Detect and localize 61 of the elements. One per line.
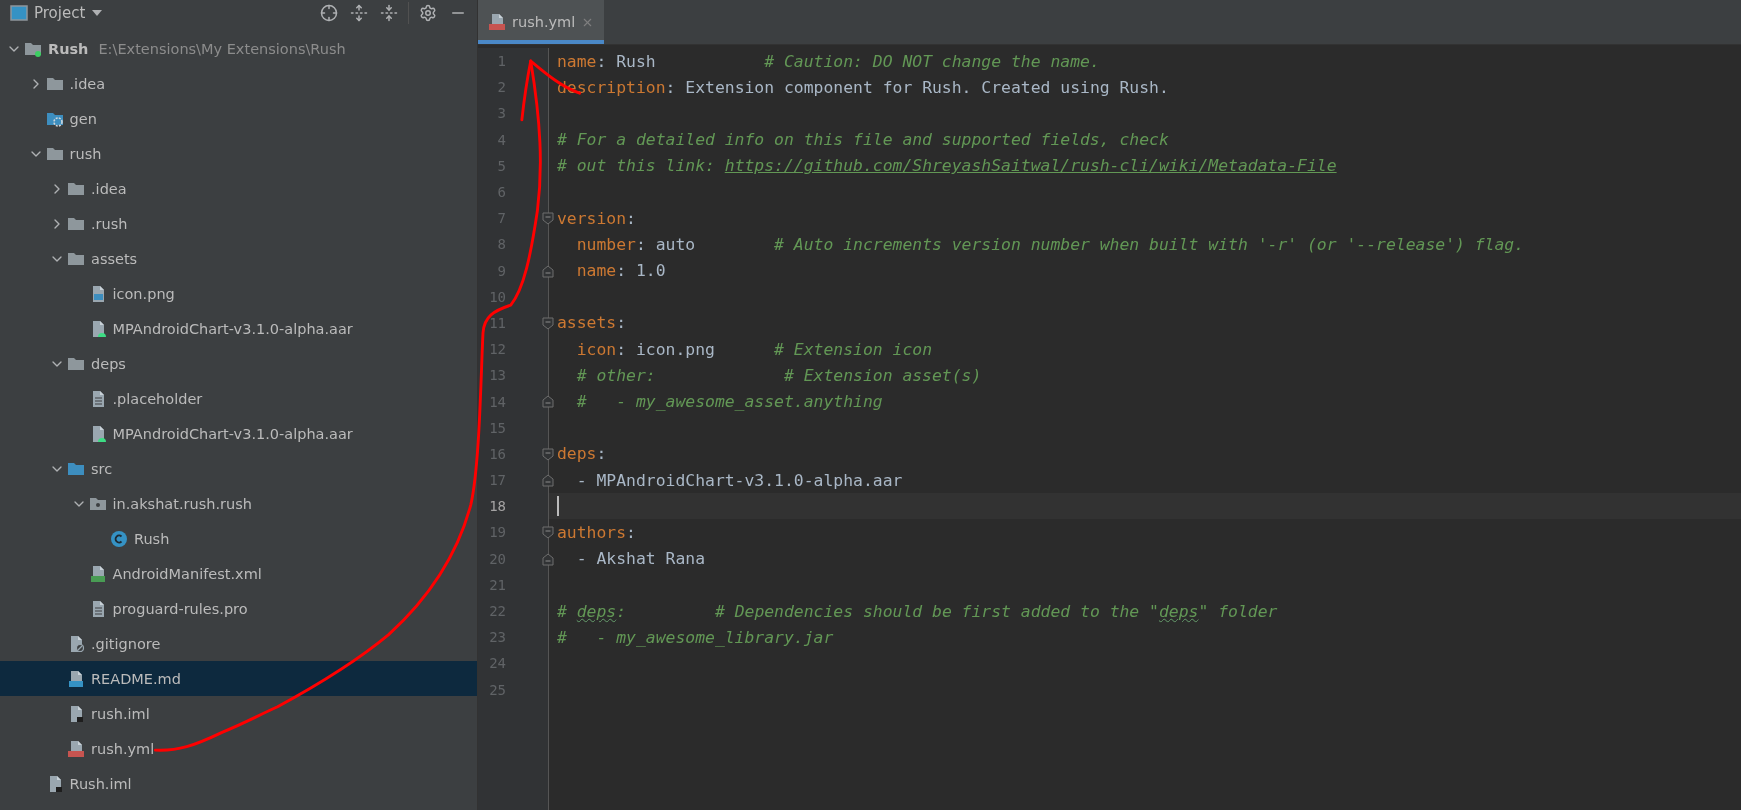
editor-tab[interactable]: rush.yml xyxy=(478,0,605,44)
fold-icon[interactable] xyxy=(542,526,554,540)
fold-icon[interactable] xyxy=(542,316,554,330)
manifest-file-icon xyxy=(88,564,107,583)
locate-icon[interactable] xyxy=(318,2,340,24)
tree-item[interactable]: MPAndroidChart-v3.1.0-alpha.aar xyxy=(0,416,477,451)
yaml-file-icon xyxy=(67,739,85,758)
tree-item[interactable]: assets xyxy=(0,241,477,276)
code-line: # deps: # Dependencies should be first added to the "deps" folder xyxy=(557,601,1278,621)
window-icon xyxy=(10,5,28,21)
tree-item[interactable]: rush xyxy=(0,136,477,171)
text-cursor xyxy=(557,496,559,517)
caret-icon xyxy=(91,9,104,17)
yaml-file-icon xyxy=(488,13,506,31)
expand-all-icon[interactable] xyxy=(348,2,370,24)
tree-item[interactable]: gen xyxy=(0,101,477,136)
code-line: - MPAndroidChart-v3.1.0-alpha.aar xyxy=(575,470,903,490)
collapse-all-icon[interactable] xyxy=(378,2,400,24)
tree-item[interactable]: rush.yml xyxy=(0,731,477,766)
code-line: number: auto # Auto increments version number when built with '-r' (or '--release') flag. xyxy=(575,234,1525,254)
markdown-file-icon xyxy=(67,669,85,688)
code-line: authors: xyxy=(557,522,636,542)
code-line: # other: # Extension asset(s) xyxy=(575,365,982,385)
tree-item[interactable]: proguard-rules.pro xyxy=(0,591,477,626)
fold-icon[interactable] xyxy=(542,447,554,461)
tree-item[interactable]: rush.iml xyxy=(0,696,477,731)
project-path: E:\Extensions\My Extensions\Rush xyxy=(98,40,346,57)
tree-item[interactable]: deps xyxy=(0,346,477,381)
fold-icon[interactable] xyxy=(542,212,554,226)
code-line: # - my_awesome_library.jar xyxy=(557,627,834,647)
tree-item[interactable]: .gitignore xyxy=(0,626,477,661)
code-line: name: 1.0 xyxy=(575,261,666,281)
project-view-dropdown[interactable]: Project xyxy=(10,4,104,22)
code-line: - Akshat Rana xyxy=(575,549,706,569)
tree-item[interactable]: .rush xyxy=(0,206,477,241)
class-icon xyxy=(110,529,128,548)
fold-end-icon[interactable] xyxy=(542,474,554,487)
fold-end-icon[interactable] xyxy=(542,552,554,566)
tree-item[interactable]: .idea xyxy=(0,66,477,101)
tree-item[interactable]: Rush.iml xyxy=(0,766,477,801)
code-line: # - my_awesome_asset.anything xyxy=(575,392,883,412)
code-line: # For a detailed info on this file and supported fields, check xyxy=(557,130,1169,150)
tree-item[interactable]: icon.png xyxy=(0,276,477,311)
tree-item[interactable]: Rush xyxy=(0,521,477,556)
tree-item[interactable]: Rush E:\Extensions\My Extensions\Rush xyxy=(0,31,477,66)
tree-item[interactable]: .idea xyxy=(0,171,477,206)
tree-item[interactable]: in.akshat.rush.rush xyxy=(0,486,477,521)
line-number: 18 xyxy=(488,498,507,515)
tree-item[interactable]: README.md xyxy=(0,661,477,696)
tree-item[interactable]: .placeholder xyxy=(0,381,477,416)
tree-item[interactable]: AndroidManifest.xml xyxy=(0,556,477,591)
tree-item[interactable]: MPAndroidChart-v3.1.0-alpha.aar xyxy=(0,311,477,346)
tree-item[interactable]: src xyxy=(0,451,477,486)
fold-end-icon[interactable] xyxy=(542,264,554,278)
code-line: version: xyxy=(557,208,636,228)
fold-end-icon[interactable] xyxy=(542,395,554,409)
code-line: name: Rush # Caution: DO NOT change the name. xyxy=(557,51,1100,71)
code-line: icon: icon.png # Extension icon xyxy=(575,339,932,359)
code-line: assets: xyxy=(557,313,627,333)
code-line: deps: xyxy=(557,444,607,464)
code-line: # out this link: https://github.com/ShreyashSaitwal/rush-cli/wiki/Metadata-File xyxy=(557,156,1337,176)
